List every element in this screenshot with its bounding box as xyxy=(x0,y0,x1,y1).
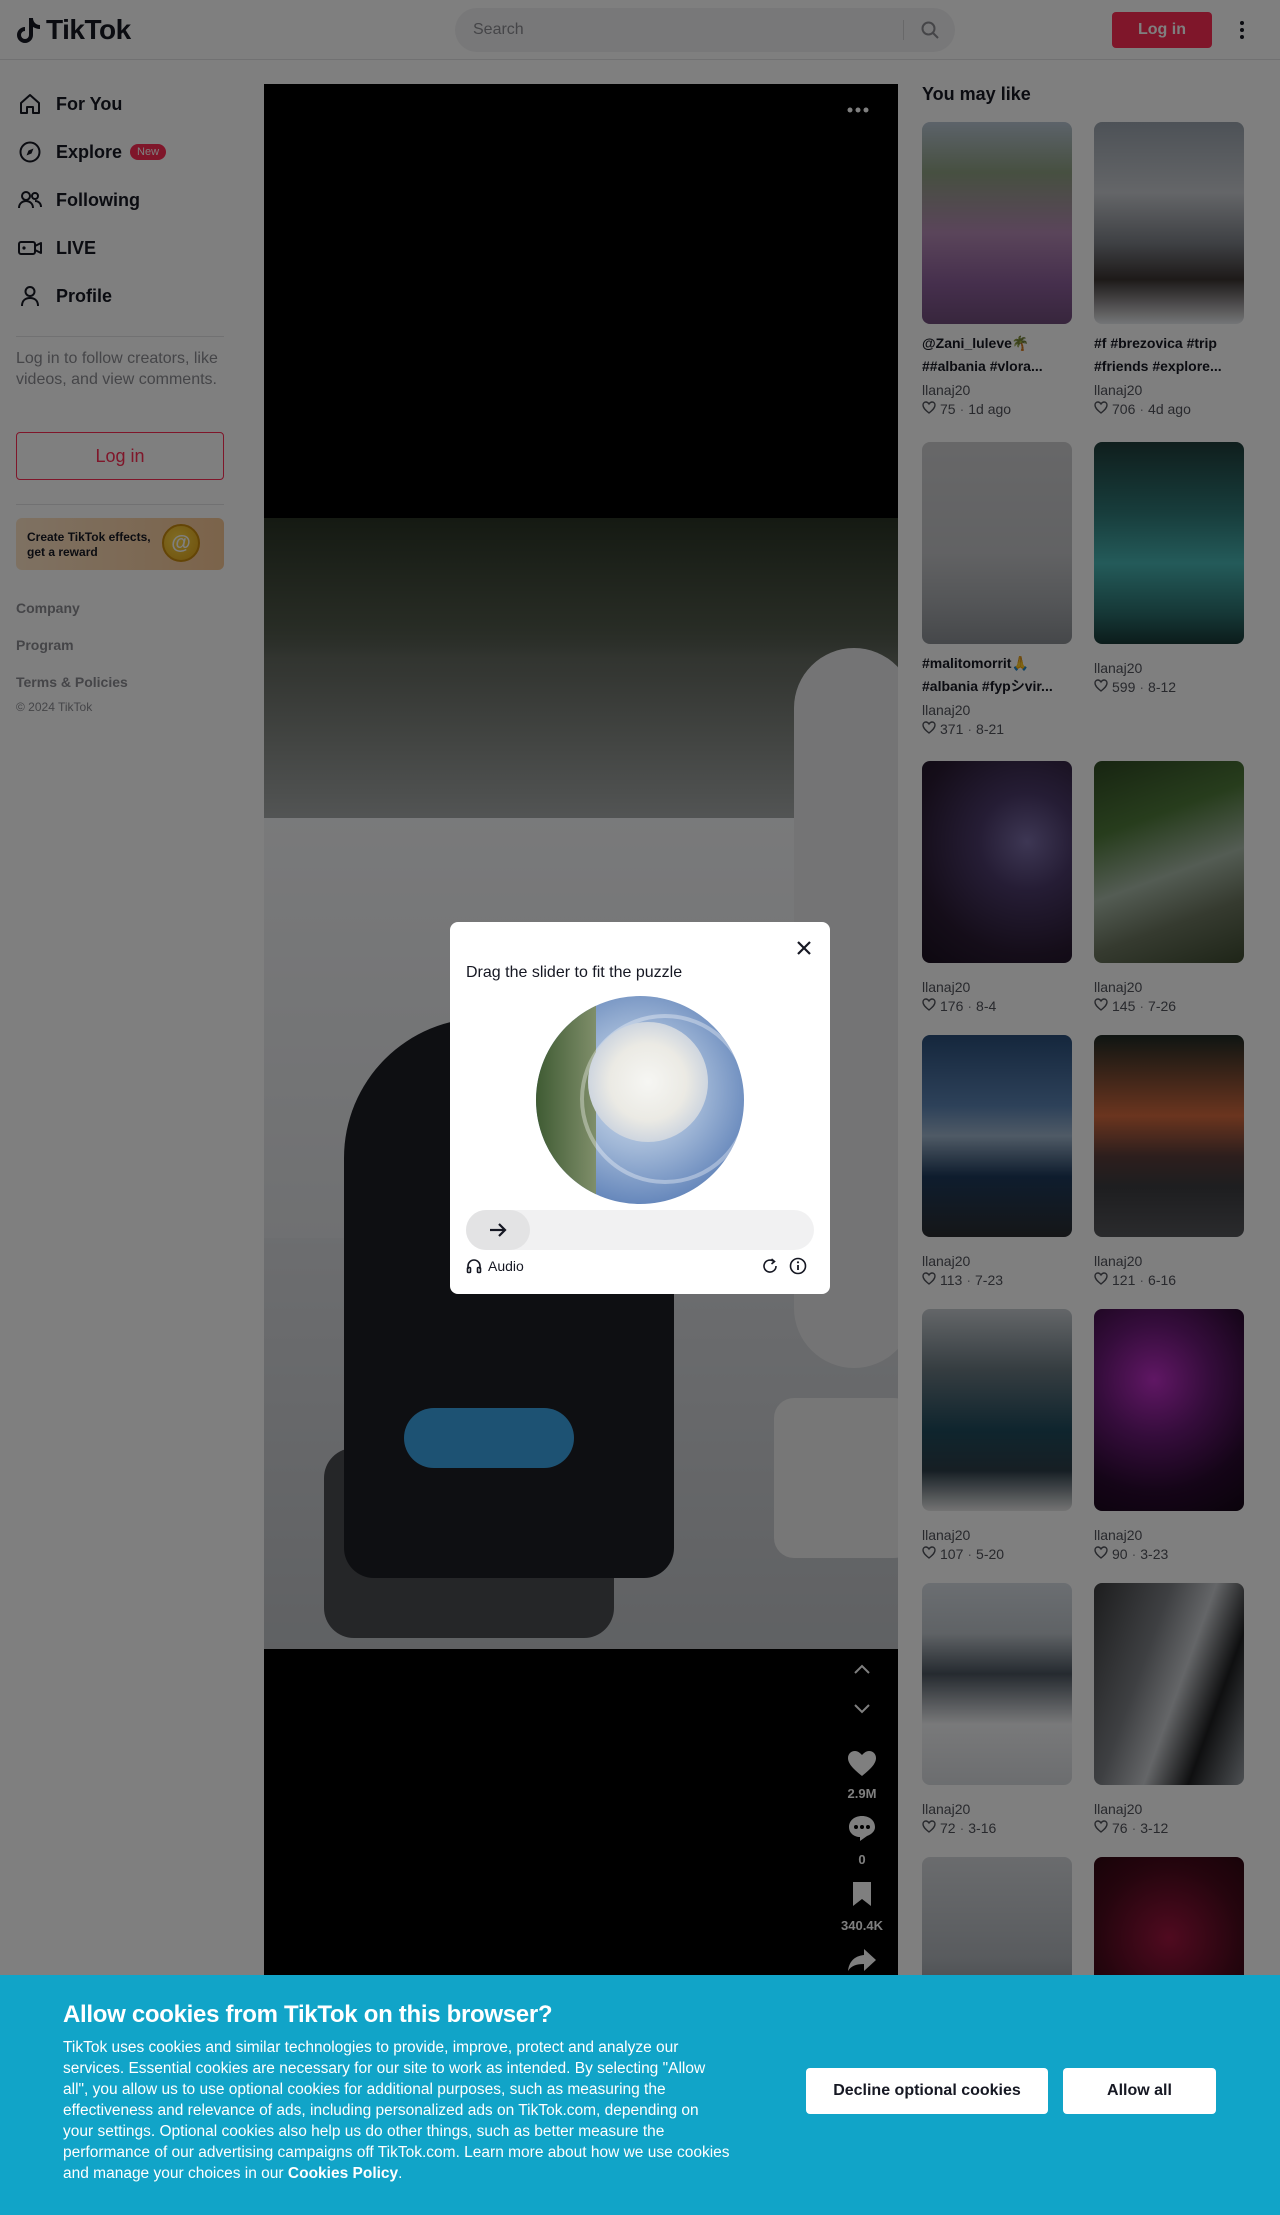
cookie-banner-text: TikTok uses cookies and similar technolo… xyxy=(63,2039,730,2182)
headphones-icon xyxy=(466,1259,482,1274)
captcha-title: Drag the slider to fit the puzzle xyxy=(466,964,683,981)
cookies-policy-link[interactable]: Cookies Policy xyxy=(288,2165,398,2182)
captcha-dialog: Drag the slider to fit the puzzle Audio xyxy=(450,922,830,1294)
captcha-puzzle-image xyxy=(536,996,744,1204)
cookie-banner: Allow cookies from TikTok on this browse… xyxy=(0,1975,1280,2215)
captcha-slider-track[interactable] xyxy=(466,1210,814,1250)
puzzle-piece xyxy=(588,1022,708,1142)
decline-cookies-button[interactable]: Decline optional cookies xyxy=(806,2068,1048,2114)
captcha-audio-button[interactable]: Audio xyxy=(466,1258,524,1274)
cookie-banner-title: Allow cookies from TikTok on this browse… xyxy=(63,2001,553,2028)
captcha-slider-handle[interactable] xyxy=(466,1210,530,1250)
allow-all-cookies-button[interactable]: Allow all xyxy=(1063,2068,1216,2114)
arrow-right-icon xyxy=(490,1223,507,1237)
captcha-audio-label: Audio xyxy=(488,1258,524,1274)
refresh-icon[interactable] xyxy=(760,1256,780,1276)
info-icon[interactable] xyxy=(788,1256,808,1276)
close-icon[interactable] xyxy=(792,936,816,960)
cookie-banner-body: TikTok uses cookies and similar technolo… xyxy=(63,2039,730,2182)
